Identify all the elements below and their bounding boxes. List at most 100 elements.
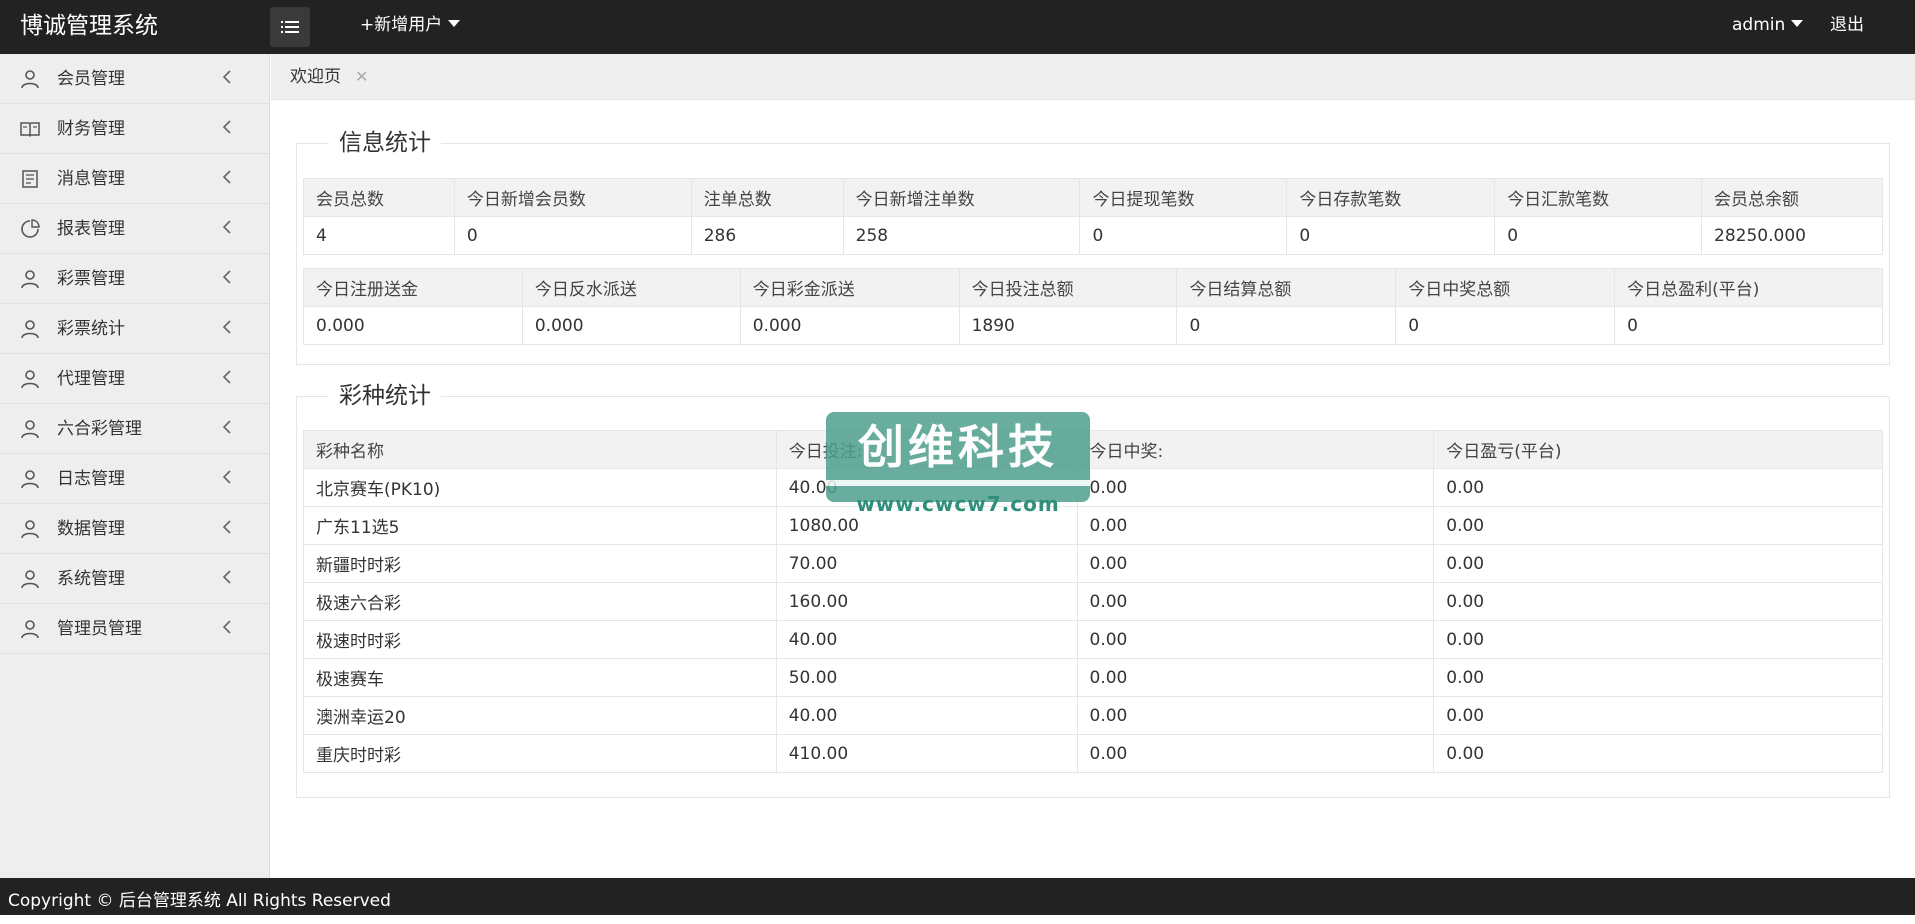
table-cell: 新疆时时彩 [303,544,777,583]
table-cell: 极速时时彩 [303,620,777,659]
table-row: 广东11选5 1080.00 0.00 0.00 [303,506,1883,545]
table-cell: 50.00 [775,658,1078,697]
sidebar-item-10[interactable]: 系统管理 [0,554,269,604]
menu-toggle-button[interactable] [270,7,310,47]
sidebar-item-4[interactable]: 彩票管理 [0,254,269,304]
table-cell: 0.00 [1076,658,1435,697]
info-stats-table-1: 会员总数 今日新增会员数 注单总数 今日新增注单数 今日提现笔数 今日存款笔数 今日汇款笔数… [303,178,1883,255]
chevron-left-icon [220,168,234,186]
sidebar-item-6[interactable]: 代理管理 [0,354,269,404]
app-title: 博诚管理系统 [20,13,158,39]
lottery-stats-table: 彩种名称今日投注:今日中奖:今日盈亏(平台)北京赛车(PK10)40.000.0… [303,430,1883,773]
table-cell: 286 [690,216,844,255]
table-cell: 0.00 [1433,696,1883,735]
table-row: 极速赛车 50.00 0.00 0.00 [303,658,1883,697]
table-header-cell: 今日结算总额 [1176,268,1397,307]
table-header-cell: 今日新增会员数 [453,178,692,217]
table-cell: 0 [1395,306,1616,345]
table-row: 0.000 0.000 0.000 1890 0 0 0 [303,306,1883,345]
watermark-bar [826,480,1090,486]
table-cell: 0.000 [521,306,741,345]
user-icon [20,519,40,539]
table-header-cell: 今日反水派送 [521,268,741,307]
sidebar-item-label: 管理员管理 [57,619,142,639]
user-menu[interactable]: admin [1732,0,1804,54]
table-cell: 40.00 [775,696,1078,735]
table-cell: 0 [453,216,692,255]
table-cell: 1890 [958,306,1178,345]
watermark-url: www.cwcw7.com [856,492,1060,516]
sidebar-item-label: 系统管理 [57,569,125,589]
table-header-cell: 今日中奖总额 [1395,268,1616,307]
logout-link[interactable]: 退出 [1830,0,1864,54]
sidebar-item-8[interactable]: 日志管理 [0,454,269,504]
chevron-left-icon [220,68,234,86]
table-cell: 160.00 [775,582,1078,621]
table-cell: 0 [1494,216,1703,255]
table-header-row: 今日注册送金 今日反水派送 今日彩金派送 今日投注总额 今日结算总额 今日中奖总额 今日总盈… [303,268,1883,307]
sidebar-item-9[interactable]: 数据管理 [0,504,269,554]
table-header-cell: 今日新增注单数 [842,178,1081,217]
sidebar-item-7[interactable]: 六合彩管理 [0,404,269,454]
sidebar-item-label: 报表管理 [57,219,125,239]
table-cell: 广东11选5 [303,506,777,545]
table-cell: 4 [303,216,455,255]
sidebar-item-label: 日志管理 [57,469,125,489]
sidebar-item-2[interactable]: 消息管理 [0,154,269,204]
user-icon [20,369,40,389]
table-header-cell: 今日注册送金 [303,268,523,307]
table-row: 北京赛车(PK10) 40.00 0.00 0.00 [303,468,1883,507]
sidebar-item-0[interactable]: 会员管理 [0,54,269,104]
info-stats-table-2: 今日注册送金 今日反水派送 今日彩金派送 今日投注总额 今日结算总额 今日中奖总额 今日总盈… [303,268,1883,345]
table-cell: 0.00 [1076,582,1435,621]
chevron-left-icon [220,418,234,436]
table-cell: 北京赛车(PK10) [303,468,777,507]
table-header-cell: 会员总数 [303,178,455,217]
sidebar-item-5[interactable]: 彩票统计 [0,304,269,354]
table-header-cell: 今日彩金派送 [739,268,960,307]
table-header-cell: 今日汇款笔数 [1494,178,1703,217]
table-header-cell: 今日中奖: [1076,430,1435,469]
table-cell: 0.00 [1076,506,1435,545]
sidebar-item-1[interactable]: 财务管理 [0,104,269,154]
sidebar-item-label: 消息管理 [57,169,125,189]
sidebar-item-3[interactable]: 报表管理 [0,204,269,254]
chevron-left-icon [220,368,234,386]
table-cell: 澳洲幸运20 [303,696,777,735]
chevron-left-icon [220,618,234,636]
user-icon [20,469,40,489]
info-stats-legend: 信息统计 [329,128,441,158]
table-header-cell: 今日存款笔数 [1286,178,1496,217]
top-header: 博诚管理系统 +新增用户 admin 退出 [0,0,1915,54]
table-cell: 0.000 [739,306,960,345]
table-header-cell: 会员总余额 [1701,178,1883,217]
table-cell: 极速六合彩 [303,582,777,621]
table-cell: 0.00 [1433,506,1883,545]
message-icon [20,169,40,189]
close-icon[interactable]: ✕ [355,55,368,99]
chevron-left-icon [220,468,234,486]
table-cell: 0 [1614,306,1883,345]
table-cell: 258 [842,216,1081,255]
sidebar-item-11[interactable]: 管理员管理 [0,604,269,654]
table-cell: 28250.000 [1701,216,1883,255]
user-icon [20,319,40,339]
sidebar-item-label: 彩票统计 [57,319,125,339]
user-icon [20,269,40,289]
sidebar-item-label: 彩票管理 [57,269,125,289]
tab-welcome[interactable]: 欢迎页 ✕ [271,54,386,100]
table-cell: 0.00 [1076,696,1435,735]
chart-icon [20,219,40,239]
table-header-cell: 注单总数 [690,178,844,217]
sidebar-item-label: 数据管理 [57,519,125,539]
table-cell: 极速赛车 [303,658,777,697]
tab-bar: 欢迎页 ✕ [271,54,1915,100]
chevron-left-icon [220,318,234,336]
sidebar-item-label: 财务管理 [57,119,125,139]
user-icon [20,69,40,89]
table-cell: 0.00 [1076,620,1435,659]
table-header-cell: 彩种名称 [303,430,777,469]
table-header-row: 会员总数 今日新增会员数 注单总数 今日新增注单数 今日提现笔数 今日存款笔数 今日汇款笔数… [303,178,1883,217]
table-row: 极速时时彩 40.00 0.00 0.00 [303,620,1883,659]
add-user-button[interactable]: +新增用户 [360,0,461,54]
